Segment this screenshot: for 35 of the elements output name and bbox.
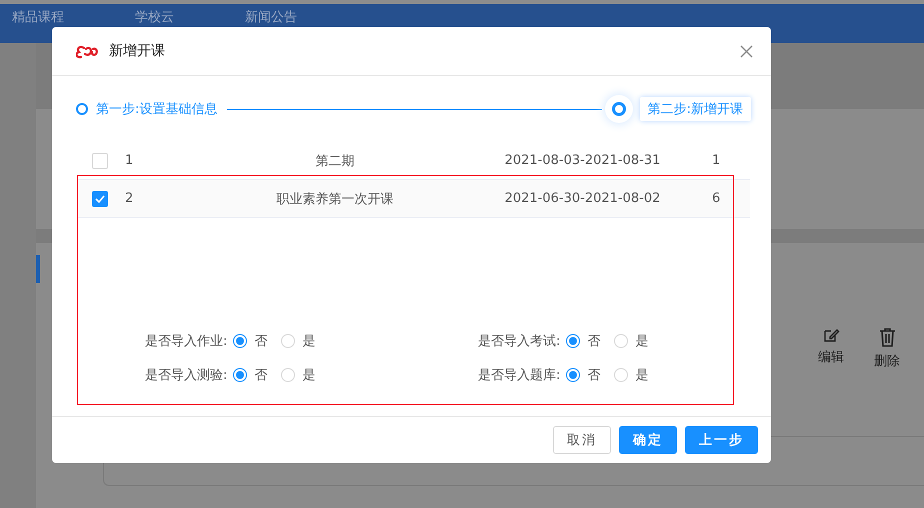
trash-icon[interactable]	[878, 327, 896, 348]
option-label: 是否导入考试:	[478, 333, 560, 350]
radio-button[interactable]	[566, 368, 580, 382]
table-cell-text: 2	[124, 191, 134, 206]
radio-label[interactable]: 是	[635, 332, 648, 350]
radio-label[interactable]: 否	[254, 332, 268, 350]
radio-button[interactable]	[233, 334, 248, 348]
table-cell-text: 2021-08-03-2021-08-31	[504, 153, 662, 168]
radio-label[interactable]: 否	[254, 366, 268, 384]
table-cell-text: 第二期	[314, 152, 356, 170]
radio-button[interactable]	[233, 368, 248, 382]
radio-label[interactable]: 否	[587, 366, 600, 384]
radio-label[interactable]: 是	[302, 366, 316, 384]
radio-button[interactable]	[566, 334, 580, 348]
edit-icon[interactable]	[822, 327, 840, 344]
edit-button[interactable]: 编辑	[818, 348, 844, 366]
cancel-button[interactable]: 取消	[553, 426, 611, 454]
check-icon	[94, 194, 106, 204]
tab-indicator	[36, 255, 40, 283]
table-cell-text: 1	[711, 153, 722, 168]
option-label: 是否导入题库:	[478, 367, 560, 384]
logo-icon	[76, 46, 98, 58]
table-cell-text: 2021-06-30-2021-08-02	[504, 191, 662, 206]
radio-label[interactable]: 否	[587, 332, 600, 350]
radio-label[interactable]: 是	[302, 332, 316, 350]
table-cell-text: 6	[711, 191, 722, 206]
dialog-title: 新增开课	[109, 42, 166, 60]
close-icon[interactable]	[740, 44, 753, 58]
row-checkbox[interactable]	[92, 190, 108, 206]
radio-label[interactable]: 是	[635, 366, 648, 384]
table-cell-text: 1	[124, 153, 134, 168]
delete-button[interactable]: 删除	[874, 352, 900, 370]
table-cell-text: 职业素养第一次开课	[276, 190, 394, 208]
option-label: 是否导入作业:	[145, 333, 228, 350]
option-label: 是否导入测验:	[145, 367, 228, 384]
